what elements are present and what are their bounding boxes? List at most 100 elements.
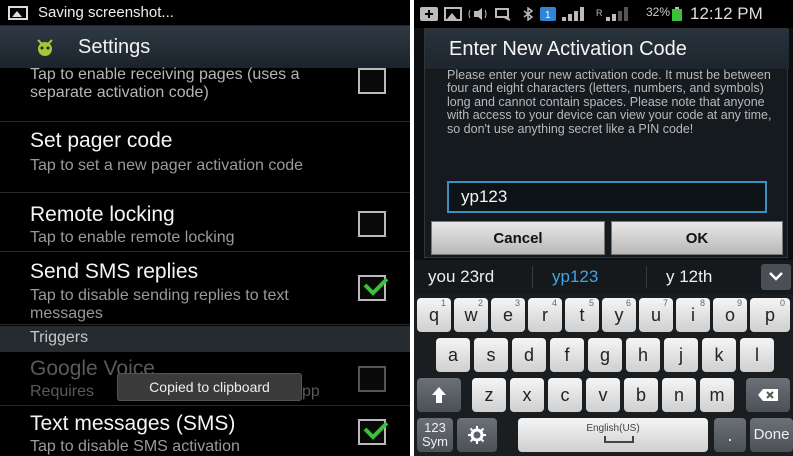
set-pager-code-summary: Tap to set a new pager activation code (30, 157, 304, 174)
dialog-message: Please enter your new activation code. I… (447, 68, 772, 136)
key-u[interactable]: u7 (639, 298, 673, 332)
key-r[interactable]: r4 (528, 298, 562, 332)
key-o[interactable]: o9 (713, 298, 747, 332)
roaming-signal-icon: R (596, 7, 628, 21)
key-hint: 2 (477, 298, 483, 308)
send-sms-replies-title: Send SMS replies (30, 260, 199, 283)
signal-strength-icon (562, 7, 584, 21)
activation-code-dialog: Enter New Activation Code Please enter y… (424, 28, 789, 258)
key-p[interactable]: p0 (750, 298, 790, 332)
battery-percent: 32% (646, 5, 671, 19)
key-n[interactable]: n (662, 378, 696, 412)
backspace-icon (758, 389, 778, 401)
key-w[interactable]: w2 (454, 298, 488, 332)
list-item-text-messages-sms[interactable]: Text messages (SMS) Tap to disable SMS a… (0, 407, 410, 456)
period-key[interactable]: . (714, 418, 746, 452)
key-v[interactable]: v (586, 378, 620, 412)
suggestion-bar: you 23rd yp123 y 12th (414, 260, 793, 294)
key-f[interactable]: f (550, 338, 584, 372)
key-c[interactable]: c (548, 378, 582, 412)
status-bar: Saving screenshot... (0, 0, 410, 26)
battery-icon (672, 7, 682, 21)
activation-code-input[interactable]: yp123 (447, 181, 767, 213)
chevron-down-icon (769, 272, 783, 281)
backspace-key[interactable] (746, 378, 790, 412)
list-item-send-sms-replies[interactable]: Send SMS replies Tap to disable sending … (0, 253, 410, 325)
screenshot-icon (8, 6, 28, 20)
space-bar-icon (603, 436, 634, 443)
sound-icon (468, 8, 487, 20)
key-hint: 0 (779, 298, 785, 308)
key-label: i (691, 305, 695, 325)
svg-text:R: R (596, 8, 603, 18)
space-key-label: English(US) (586, 423, 640, 434)
list-item-set-pager-code[interactable]: Set pager code Tap to set a new pager ac… (0, 123, 410, 193)
section-header-label: Triggers (30, 329, 89, 346)
remote-locking-checkbox[interactable] (358, 211, 386, 237)
key-d[interactable]: d (512, 338, 546, 372)
receive-pages-checkbox[interactable] (358, 68, 386, 94)
list-item-remote-locking[interactable]: Remote locking Tap to enable remote lock… (0, 194, 410, 252)
app-icon[interactable] (34, 36, 56, 58)
key-k[interactable]: k (702, 338, 736, 372)
key-label: p (764, 305, 775, 325)
google-voice-checkbox[interactable] (358, 366, 386, 392)
cancel-button[interactable]: Cancel (431, 221, 605, 255)
key-label: y (614, 305, 624, 325)
key-s[interactable]: s (474, 338, 508, 372)
key-i[interactable]: i8 (676, 298, 710, 332)
settings-key[interactable] (457, 418, 497, 452)
page-title: Settings (78, 36, 151, 58)
key-label: o (724, 305, 735, 325)
clock: 12:12 PM (690, 4, 763, 23)
suggestion-3[interactable]: y 12th (666, 267, 712, 287)
key-x[interactable]: x (510, 378, 544, 412)
remote-locking-summary: Tap to enable remote locking (30, 229, 235, 246)
key-label: r (542, 305, 548, 325)
key-e[interactable]: e3 (491, 298, 525, 332)
key-hint: 8 (699, 298, 705, 308)
send-sms-replies-summary: Tap to disable sending replies to text m… (30, 287, 289, 322)
suggestion-divider (532, 266, 533, 288)
suggestion-1[interactable]: you 23rd (428, 267, 494, 287)
section-header-triggers: Triggers (0, 326, 410, 352)
key-label: t (579, 305, 585, 325)
key-h[interactable]: h (626, 338, 660, 372)
key-hint: 6 (625, 298, 631, 308)
key-z[interactable]: z (472, 378, 506, 412)
status-bar: 1 R 32% 12:12 PM (414, 0, 793, 28)
text-messages-summary: Tap to disable SMS activation (30, 438, 240, 455)
list-item-receive-pages[interactable]: Tap to enable receiving pages (uses a se… (0, 66, 410, 122)
symbols-key[interactable]: 123 Sym (417, 418, 453, 452)
text-messages-checkbox[interactable] (358, 419, 389, 445)
shift-key[interactable] (417, 378, 461, 412)
key-t[interactable]: t5 (565, 298, 599, 332)
dialog-title: Enter New Activation Code (425, 29, 789, 69)
key-y[interactable]: y6 (602, 298, 636, 332)
activation-code-screen: 1 R 32% 12:12 PM Enter New Activation Co… (414, 0, 793, 456)
expand-suggestions-button[interactable] (761, 264, 791, 290)
google-voice-summary-tail: pp (302, 383, 320, 400)
notification-badge-icon: 1 (540, 7, 556, 21)
key-hint: 1 (440, 298, 446, 308)
key-a[interactable]: a (436, 338, 470, 372)
key-label: w (464, 305, 478, 325)
set-pager-code-title: Set pager code (30, 129, 173, 152)
done-key[interactable]: Done (750, 418, 793, 452)
remote-locking-title: Remote locking (30, 203, 175, 226)
screenshot-icon (444, 7, 462, 21)
key-q[interactable]: q1 (417, 298, 451, 332)
space-key[interactable]: English(US) (518, 418, 708, 452)
ok-button[interactable]: OK (611, 221, 783, 255)
suggestion-divider (646, 266, 647, 288)
key-hint: 4 (551, 298, 557, 308)
key-g[interactable]: g (588, 338, 622, 372)
key-m[interactable]: m (700, 378, 734, 412)
suggestion-2[interactable]: yp123 (552, 267, 598, 287)
key-hint: 5 (588, 298, 594, 308)
key-l[interactable]: l (740, 338, 774, 372)
key-b[interactable]: b (624, 378, 658, 412)
key-hint: 3 (514, 298, 520, 308)
key-j[interactable]: j (664, 338, 698, 372)
send-sms-replies-checkbox[interactable] (358, 275, 389, 301)
